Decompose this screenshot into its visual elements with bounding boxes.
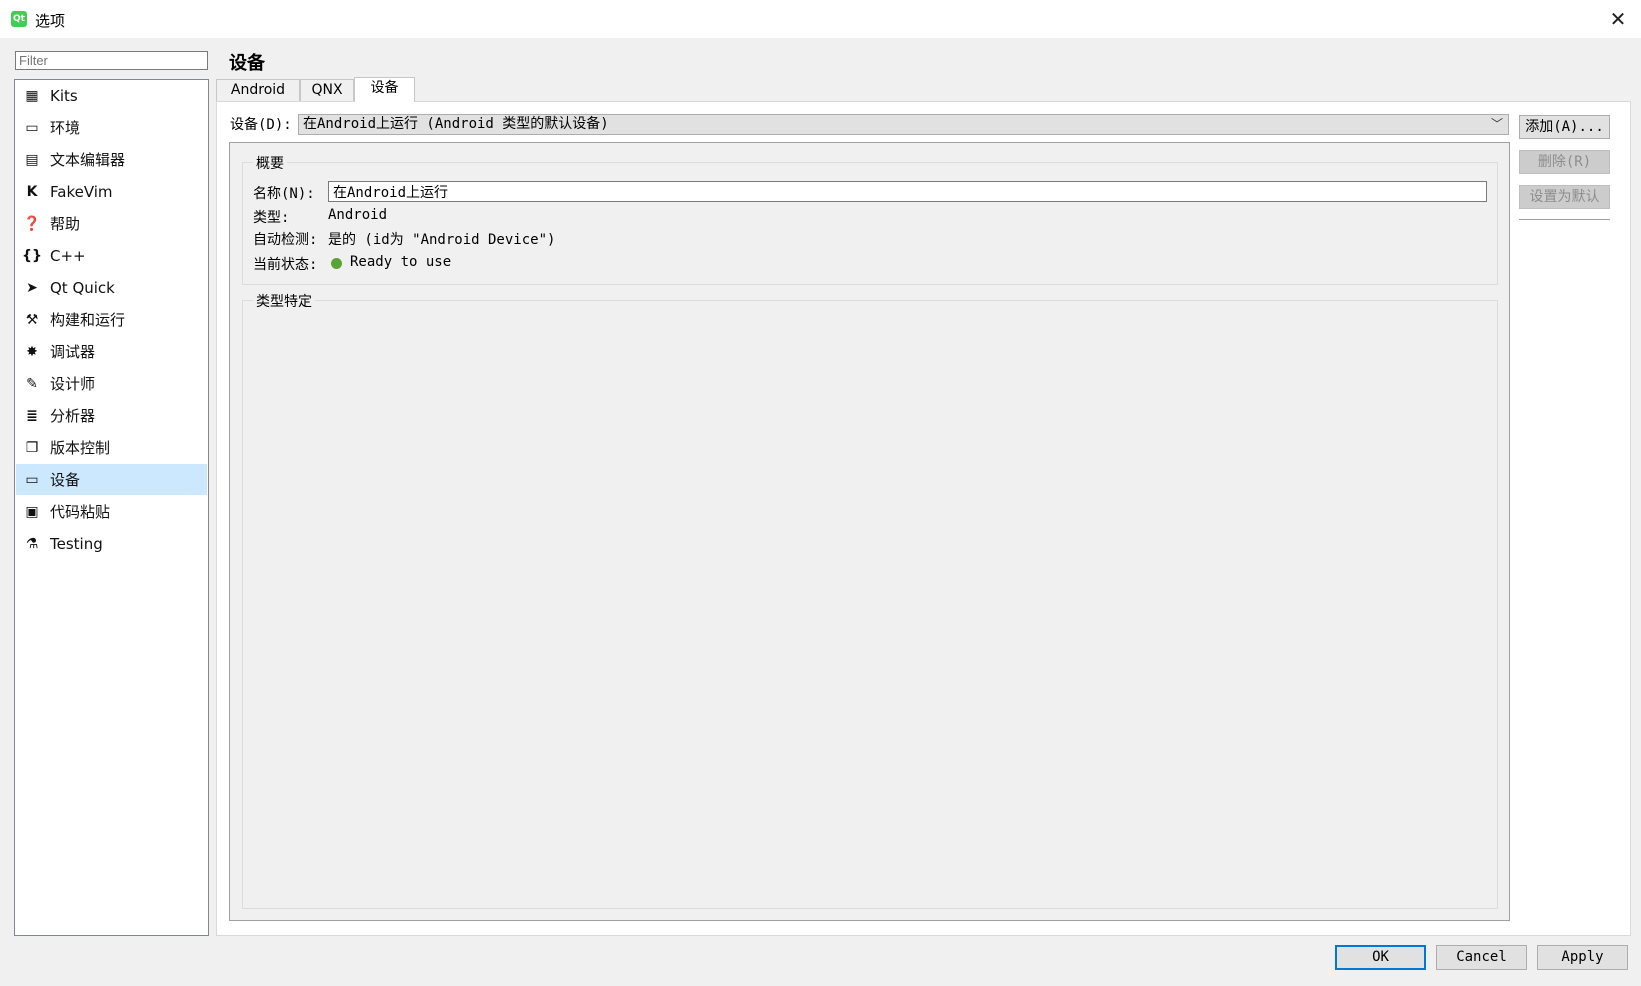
kits-icon: ▦ — [25, 87, 39, 104]
sidebar-item-label: C++ — [50, 246, 86, 265]
tab-qnx[interactable]: QNX — [300, 79, 354, 101]
tab-devices[interactable]: 设备 — [354, 77, 415, 102]
remove-device-button[interactable]: 删除(R) — [1519, 150, 1610, 174]
page-title: 设备 — [229, 53, 265, 74]
auto-detected-value: 是的 (id为 "Android Device") — [328, 232, 556, 248]
sidebar-item-label: 文本编辑器 — [50, 151, 126, 169]
sidebar-item[interactable]: ▭ 设备 — [16, 464, 207, 495]
tab-label: QNX — [311, 82, 343, 98]
tab-label: Android — [230, 82, 286, 98]
ok-button[interactable]: OK — [1335, 945, 1426, 970]
pencil-icon: ✎ — [26, 375, 38, 392]
sidebar-item[interactable]: {} C++ — [16, 240, 207, 271]
monitor-icon: ▭ — [25, 119, 39, 136]
device-label: 设备(D): — [230, 117, 292, 133]
sidebar-item[interactable]: ▣ 代码粘贴 — [16, 496, 207, 527]
cancel-button[interactable]: Cancel — [1436, 945, 1527, 970]
tab-android[interactable]: Android — [216, 79, 300, 101]
filter-input[interactable] — [15, 51, 208, 70]
current-state-value: Ready to use — [350, 254, 452, 270]
device-icon: ▭ — [25, 471, 39, 488]
chevron-down-icon: ﹀ — [1490, 117, 1503, 131]
type-specific-group-title: 类型特定 — [253, 291, 315, 311]
sidebar-item-label: 设备 — [50, 471, 81, 489]
analyzer-icon: ≣ — [26, 407, 38, 424]
name-field[interactable] — [328, 181, 1487, 202]
sidebar-item-label: 分析器 — [50, 407, 96, 425]
sidebar-item[interactable]: ➤ Qt Quick — [16, 272, 207, 303]
close-icon: ✕ — [1609, 7, 1627, 31]
name-label: 名称(N): — [253, 186, 315, 202]
sidebar-item-label: 环境 — [50, 119, 81, 137]
sidebar-item[interactable]: ⚗ Testing — [16, 528, 207, 559]
sidebar-item[interactable]: ≣ 分析器 — [16, 400, 207, 431]
device-select-value: 在Android上运行 (Android 类型的默认设备) — [303, 116, 609, 132]
sidebar-item-label: 设计师 — [50, 375, 96, 393]
category-sidebar: ▦ Kits ▭ 环境 ▤ 文本编辑器 K FakeVim ❓ 帮助 {} C++ ➤ Qt Quick ⚒… — [14, 79, 209, 936]
sidebar-item[interactable]: K FakeVim — [16, 176, 207, 207]
fakevim-icon: K — [26, 183, 38, 200]
title-bar: Qt 选项 ✕ — [0, 0, 1641, 38]
sidebar-item[interactable]: ❓ 帮助 — [16, 208, 207, 239]
general-group-title: 概要 — [253, 153, 287, 173]
sidebar-item-label: 代码粘贴 — [50, 503, 111, 521]
sidebar-item-label: Qt Quick — [50, 278, 115, 297]
sidebar-item-label: 调试器 — [50, 343, 96, 361]
sidebar-item-label: Testing — [50, 534, 103, 553]
current-state-label: 当前状态: — [253, 257, 318, 273]
sidebar-item-label: 构建和运行 — [50, 311, 126, 329]
type-label: 类型: — [253, 210, 290, 226]
help-icon: ❓ — [23, 215, 41, 232]
auto-detected-label: 自动检测: — [253, 232, 318, 248]
sidebar-item[interactable]: ▭ 环境 — [16, 112, 207, 143]
sidebar-item[interactable]: ❐ 版本控制 — [16, 432, 207, 463]
set-default-button[interactable]: 设置为默认 — [1519, 185, 1610, 209]
hammer-icon: ⚒ — [25, 311, 39, 328]
apply-button[interactable]: Apply — [1537, 945, 1628, 970]
type-value: Android — [328, 207, 388, 223]
sidebar-item[interactable]: ⚒ 构建和运行 — [16, 304, 207, 335]
tab-label: 设备 — [370, 80, 399, 96]
cpp-braces-icon: {} — [22, 247, 42, 264]
status-indicator-icon — [331, 258, 342, 269]
sidebar-item-label: 帮助 — [50, 215, 81, 233]
flask-icon: ⚗ — [25, 535, 39, 552]
bug-icon: ✸ — [26, 343, 38, 360]
text-editor-icon: ▤ — [25, 151, 39, 168]
window-title: 选项 — [35, 12, 66, 30]
device-select[interactable]: 在Android上运行 (Android 类型的默认设备) ﹀ — [298, 114, 1509, 135]
sidebar-item[interactable]: ✎ 设计师 — [16, 368, 207, 399]
sidebar-item-label: FakeVim — [50, 182, 113, 201]
sidebar-item[interactable]: ▦ Kits — [16, 80, 207, 111]
sidebar-item[interactable]: ✸ 调试器 — [16, 336, 207, 367]
add-device-button[interactable]: 添加(A)... — [1519, 115, 1610, 139]
type-specific-group: 类型特定 — [242, 291, 1498, 909]
clipboard-icon: ▣ — [25, 503, 39, 520]
sidebar-item-label: Kits — [50, 86, 78, 105]
divider — [1519, 219, 1610, 220]
qtquick-plane-icon: ➤ — [26, 279, 38, 296]
sidebar-item-label: 版本控制 — [50, 439, 111, 457]
qt-app-icon: Qt — [11, 11, 27, 27]
close-button[interactable]: ✕ — [1595, 0, 1641, 38]
sidebar-item[interactable]: ▤ 文本编辑器 — [16, 144, 207, 175]
version-control-icon: ❐ — [25, 439, 39, 456]
